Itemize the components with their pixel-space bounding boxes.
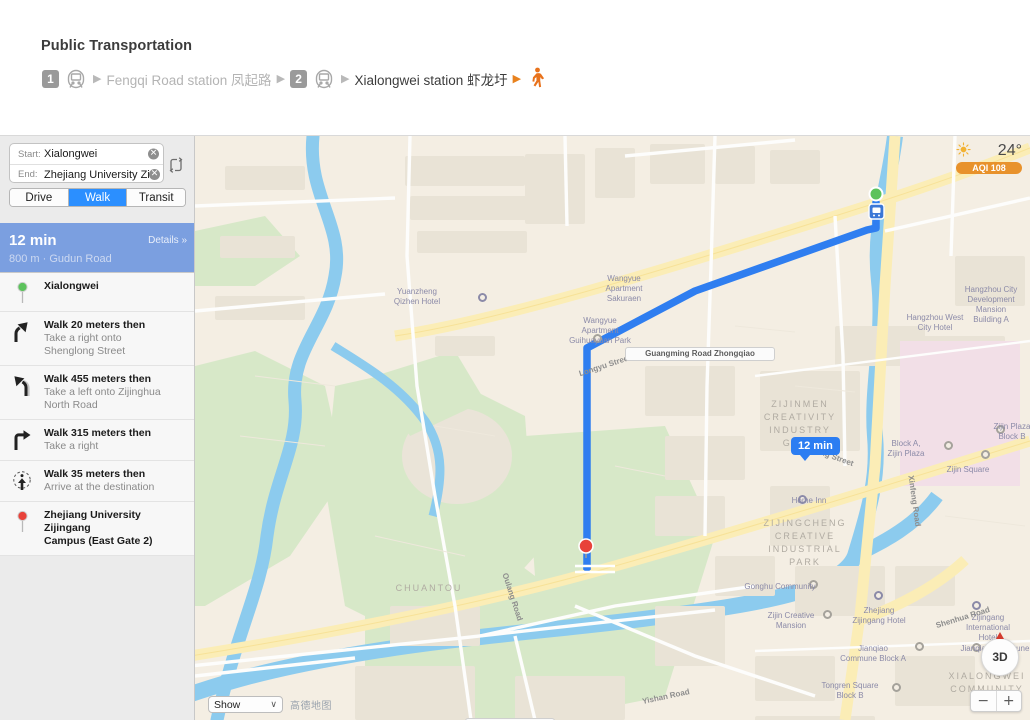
zoom-out-button[interactable]: −: [971, 691, 997, 711]
map-label: Home Inn: [791, 496, 827, 505]
tab-drive[interactable]: Drive: [10, 189, 69, 206]
metro-line-badge-2: 2: [290, 70, 308, 88]
step-title: Xialongwei: [44, 280, 99, 292]
route-time-bubble[interactable]: 12 min: [791, 437, 840, 461]
compass-label: 3D: [992, 650, 1008, 664]
clear-start-icon[interactable]: ✕: [148, 148, 159, 160]
chain-arrow-1: ▶: [93, 72, 102, 85]
tab-walk[interactable]: Walk: [68, 189, 128, 206]
poi-dot: [823, 610, 832, 619]
step-sub: Take a left onto Zijinghua North Road: [44, 386, 161, 411]
map-label: CHUANTOU: [395, 583, 463, 593]
compass-3d-button[interactable]: 3D: [981, 632, 1019, 676]
map-label: Zijin Square: [946, 465, 990, 474]
details-toggle[interactable]: Details »: [148, 235, 187, 246]
green-pin-icon: [0, 280, 44, 304]
map-attribution: 高德地图: [290, 701, 332, 712]
aqi-badge: AQI 108: [956, 162, 1022, 174]
end-field-row[interactable]: End: Zhejiang University Ziji ✕: [10, 164, 163, 184]
route-summary-banner[interactable]: 12 min 800 m · Gudun Road Details »: [0, 223, 194, 272]
show-dropdown[interactable]: Show ∨: [208, 696, 283, 713]
map-label: Hangzhou West City Hotel: [906, 313, 964, 332]
zoom-in-button[interactable]: +: [997, 691, 1022, 711]
turn-right-slight-icon: [0, 319, 44, 343]
poi-dot: [981, 450, 990, 459]
map-label: Gonghu Community: [744, 582, 816, 591]
travel-mode-tabs[interactable]: Drive Walk Transit: [9, 188, 186, 207]
tab-transit[interactable]: Transit: [127, 189, 185, 206]
route-duration: 12 min: [9, 232, 57, 249]
metro-icon: [312, 67, 336, 91]
list-item[interactable]: Walk 35 meters then Arrive at the destin…: [0, 461, 194, 502]
chain-station-xialongwei: Xialongwei station 虾龙圩: [354, 73, 508, 88]
map-label: Zijin Plaza Block B: [993, 422, 1030, 441]
list-item[interactable]: Walk 455 meters then Take a left onto Zi…: [0, 366, 194, 420]
list-item[interactable]: Walk 20 meters then Take a right onto She…: [0, 312, 194, 366]
poi-dot: [874, 591, 883, 600]
list-item[interactable]: Walk 315 meters then Take a right: [0, 420, 194, 461]
chain-arrow-4: ▶: [512, 72, 522, 85]
list-item[interactable]: Xialongwei: [0, 273, 194, 312]
end-field-label: End:: [18, 169, 38, 180]
page-title: Public Transportation: [41, 38, 193, 54]
map-canvas[interactable]: Yuanzheng Qizhen Hotel Wangyue Apartment Sak…: [195, 136, 1030, 720]
map-label: Zhejiang Zijingang Hotel: [852, 606, 906, 625]
poi-dot: [944, 441, 953, 450]
map-label: Block A, Zijin Plaza: [887, 439, 925, 458]
poi-dot: [892, 683, 901, 692]
temperature-value: 24°: [997, 142, 1022, 159]
start-field-label: Start:: [18, 148, 41, 160]
map-label: Jianqiao Commune Block A: [840, 644, 906, 663]
compass-needle-icon: [996, 632, 1004, 639]
chevron-down-icon: ∨: [270, 699, 277, 709]
zoom-controls[interactable]: − +: [970, 690, 1022, 712]
step-sub: Arrive at the destination: [44, 481, 155, 493]
chain-station-fengqi: Fengqi Road station 凤起路: [106, 73, 272, 88]
step-title: Walk 455 meters then: [44, 373, 151, 385]
map-label: Yuanzheng Qizhen Hotel: [393, 287, 441, 306]
map-label: ZIJINGCHENG CREATIVE INDUSTRIAL PARK: [763, 518, 847, 567]
end-input[interactable]: Zhejiang University Ziji: [44, 169, 149, 181]
walk-icon: [526, 67, 546, 91]
start-input[interactable]: Xialongwei: [44, 148, 163, 160]
step-sub: Take a right onto Shenglong Street: [44, 332, 126, 357]
transit-route-chain: 1 ▶ Fengqi Road station 凤起路 ▶ 2 ▶ Xialon…: [42, 64, 546, 94]
transit-banner: Public Transportation 1 ▶ Fengqi Road st…: [0, 0, 1030, 136]
map-label: Wangyue Apartment Guihuayuan Park: [569, 316, 631, 345]
step-title: Zhejiang University Zijingang Campus (Eas…: [44, 509, 153, 547]
map-geometry: [195, 136, 1030, 720]
map-label: Guangming Road Zhongqiao: [625, 347, 775, 361]
route-distance-via: 800 m · Gudun Road: [9, 253, 112, 265]
step-title: Walk 20 meters then: [44, 319, 146, 331]
chain-arrow-2: ▶: [276, 72, 286, 85]
step-title: Walk 315 meters then: [44, 427, 151, 439]
route-steps-list: Xialongwei Walk 20 meters then Take a ri…: [0, 272, 194, 556]
map-label: Wangyue Apartment Sakuraen: [605, 274, 643, 303]
map-label: Zijin Creative Mansion: [767, 611, 815, 630]
route-endpoints-card: Start: Xialongwei ✕ End: Zhejiang Univer…: [9, 143, 164, 183]
map-label: Tongren Square Block B: [821, 681, 879, 700]
step-title: Walk 35 meters then: [44, 468, 146, 480]
red-pin-icon: [0, 509, 44, 533]
clear-end-icon[interactable]: ✕: [149, 169, 160, 180]
metro-line-badge-1: 1: [42, 70, 59, 88]
directions-sidebar: Start: Xialongwei ✕ End: Zhejiang Univer…: [0, 136, 195, 720]
chain-arrow-3: ▶: [341, 72, 350, 85]
step-sub: Take a right: [44, 440, 99, 452]
show-dropdown-label: Show: [214, 698, 241, 711]
start-field-row[interactable]: Start: Xialongwei ✕: [10, 144, 163, 164]
metro-icon: [64, 67, 88, 91]
turn-left-icon: [0, 373, 44, 397]
list-item[interactable]: Zhejiang University Zijingang Campus (Eas…: [0, 502, 194, 556]
weather-widget[interactable]: 24° AQI 108: [956, 142, 1022, 174]
swap-endpoints-icon[interactable]: [167, 156, 185, 174]
arrive-icon: [0, 468, 44, 492]
turn-right-icon: [0, 427, 44, 451]
poi-dot: [478, 293, 487, 302]
